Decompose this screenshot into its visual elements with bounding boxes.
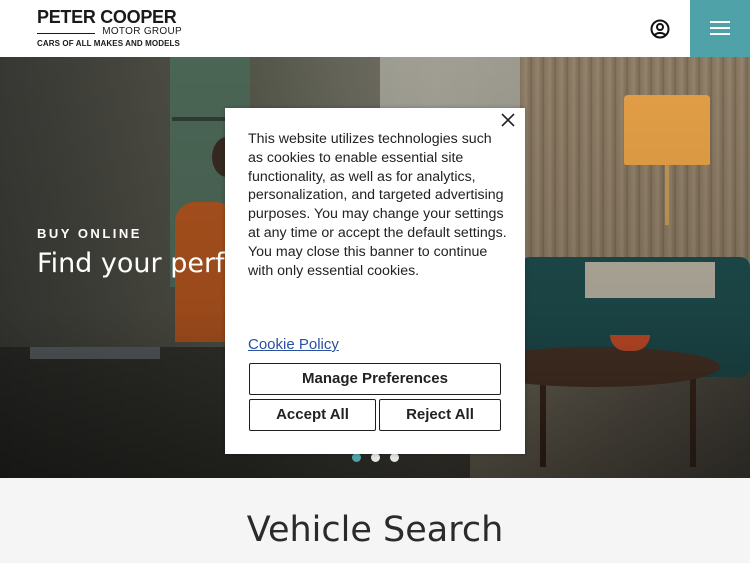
accept-all-button[interactable]: Accept All: [249, 399, 376, 431]
carousel-dot[interactable]: [352, 453, 361, 462]
site-header: PETER COOPER MOTOR GROUP CARS OF ALL MAK…: [0, 0, 750, 58]
close-icon[interactable]: [499, 111, 517, 129]
carousel-dot[interactable]: [371, 453, 380, 462]
reject-all-button[interactable]: Reject All: [379, 399, 501, 431]
logo-divider: [37, 33, 95, 34]
manage-preferences-button[interactable]: Manage Preferences: [249, 363, 501, 395]
hero-eyebrow: BUY ONLINE: [37, 226, 142, 241]
hero-headline: Find your perfe: [37, 248, 242, 279]
user-circle-icon[interactable]: [649, 18, 671, 40]
menu-button[interactable]: [690, 0, 750, 57]
hamburger-menu-icon: [710, 21, 730, 35]
logo-name: PETER COOPER: [37, 7, 177, 27]
cookie-message: This website utilizes technologies such …: [248, 131, 507, 279]
cookie-banner: This website utilizes technologies such …: [225, 108, 525, 454]
logo-subtitle: MOTOR GROUP: [102, 26, 182, 37]
vehicle-search-title: Vehicle Search: [246, 510, 504, 550]
cookie-policy-link[interactable]: Cookie Policy: [248, 336, 339, 353]
carousel-dot[interactable]: [390, 453, 399, 462]
site-logo[interactable]: PETER COOPER MOTOR GROUP CARS OF ALL MAK…: [37, 8, 182, 50]
logo-tagline: CARS OF ALL MAKES AND MODELS: [37, 39, 180, 48]
